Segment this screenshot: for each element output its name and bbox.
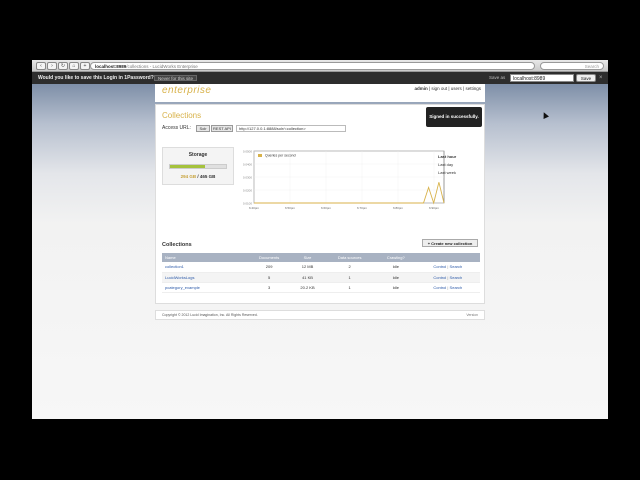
collections-heading: Collections bbox=[162, 242, 192, 248]
onepassword-bar: Would you like to save this Login in 1Pa… bbox=[32, 72, 608, 84]
share-icon[interactable]: + bbox=[80, 62, 90, 70]
page-content: enterprise admin | sign out | users | se… bbox=[32, 84, 608, 419]
browser-window: ‹ › ↻ ⌂ + localhost:8989/collections - L… bbox=[32, 60, 608, 419]
create-collection-button[interactable]: + Create new collection bbox=[422, 239, 478, 247]
user-links: admin | sign out | users | settings bbox=[414, 86, 481, 91]
row-actions: Control | Search bbox=[415, 272, 480, 283]
access-url-label: Access URL: bbox=[162, 125, 191, 131]
onepassword-question: Would you like to save this Login in 1Pa… bbox=[38, 75, 154, 81]
save-as-label: Save as bbox=[489, 75, 506, 80]
x-tick-label: 6:70pm bbox=[357, 206, 368, 210]
crawling-cell: Idle bbox=[375, 272, 416, 283]
crawling-cell: Idle bbox=[375, 282, 416, 293]
x-tick-label: 6:60pm bbox=[321, 206, 332, 210]
access-url-field[interactable]: http://127.0.0.1:8888/solr/<collection> bbox=[236, 125, 346, 132]
collection-name-link[interactable]: pcategory_example bbox=[162, 282, 247, 293]
header-links[interactable]: | sign out | users | settings bbox=[428, 86, 481, 91]
version-text: Version bbox=[466, 313, 478, 317]
never-for-site-button[interactable]: Never for this site bbox=[154, 75, 198, 81]
y-tick-label: 0.0100 bbox=[243, 202, 253, 206]
signed-in-toast: Signed in successfully. bbox=[426, 107, 482, 127]
table-row: pcategory_example 3 20.2 KB 1 Idle Control | … bbox=[162, 282, 480, 293]
data-sources-cell: 2 bbox=[323, 262, 376, 273]
url-bar[interactable]: localhost:8989/collections - LucidWorks … bbox=[90, 62, 535, 70]
row-actions: Control | Search bbox=[415, 282, 480, 293]
control-link[interactable]: Control bbox=[433, 264, 446, 269]
column-header: Name bbox=[162, 253, 247, 262]
storage-used: 294 GB bbox=[180, 174, 197, 179]
search-link[interactable]: Search bbox=[450, 264, 463, 269]
documents-cell: 209 bbox=[246, 262, 292, 273]
table-row: LucidWorksLogs 5 41 KB 1 Idle Control | Searc… bbox=[162, 272, 480, 283]
forward-icon[interactable]: › bbox=[47, 62, 57, 70]
close-icon[interactable]: × bbox=[599, 72, 603, 84]
data-sources-cell: 1 bbox=[323, 282, 376, 293]
rest-api-toggle[interactable]: REST API bbox=[211, 125, 233, 132]
url-host: localhost:8989 bbox=[95, 64, 127, 69]
y-tick-label: 0.0500 bbox=[243, 150, 253, 154]
page-footer: Copyright © 2012 Lucid Imagination, Inc.… bbox=[155, 310, 485, 320]
x-tick-label: 6:40pm bbox=[249, 206, 260, 210]
app-header: enterprise admin | sign out | users | se… bbox=[155, 84, 485, 102]
column-header: Data sources bbox=[323, 253, 376, 262]
legend-label: Queries per second bbox=[265, 154, 296, 158]
range-links: Last hour Last day Last week bbox=[438, 153, 456, 177]
mouse-cursor-icon bbox=[541, 111, 549, 119]
home-icon[interactable]: ⌂ bbox=[69, 62, 79, 70]
main-panel: Collections Access URL: Solr REST API ht… bbox=[155, 104, 485, 304]
size-cell: 12 MB bbox=[291, 262, 324, 273]
save-button[interactable]: Save bbox=[576, 74, 596, 82]
column-header: Crawling? bbox=[375, 253, 416, 262]
storage-bar-fill bbox=[170, 165, 206, 168]
storage-separator: / bbox=[197, 174, 199, 179]
legend-swatch bbox=[258, 154, 262, 157]
browser-search-input[interactable]: Search bbox=[540, 62, 604, 70]
reload-icon[interactable]: ↻ bbox=[58, 62, 68, 70]
y-tick-label: 0.0300 bbox=[243, 176, 253, 180]
user-name[interactable]: admin bbox=[414, 86, 427, 91]
storage-total: 465 GB bbox=[199, 174, 216, 179]
copyright-text: Copyright © 2012 Lucid Imagination, Inc.… bbox=[162, 313, 258, 317]
control-link[interactable]: Control bbox=[433, 285, 446, 290]
documents-cell: 5 bbox=[246, 272, 292, 283]
range-last-day[interactable]: Last day bbox=[438, 161, 456, 169]
page-title: Collections bbox=[162, 111, 202, 120]
table-header: Name Documents Size Data sources Crawling? bbox=[162, 253, 480, 262]
search-link[interactable]: Search bbox=[450, 275, 463, 280]
table-row: collection1 209 12 MB 2 Idle Control | Search bbox=[162, 262, 480, 273]
column-header: Size bbox=[291, 253, 324, 262]
crawling-cell: Idle bbox=[375, 262, 416, 273]
url-path: /collections - LucidWorks Enterprise bbox=[126, 64, 198, 69]
collection-name-link[interactable]: collection1 bbox=[162, 262, 247, 273]
size-cell: 41 KB bbox=[291, 272, 324, 283]
y-tick-label: 0.0400 bbox=[243, 163, 253, 167]
solr-toggle[interactable]: Solr bbox=[196, 125, 210, 132]
y-tick-label: 0.0200 bbox=[243, 189, 253, 193]
storage-bar bbox=[169, 164, 227, 169]
x-tick-label: 6:90pm bbox=[429, 206, 440, 210]
documents-cell: 3 bbox=[246, 282, 292, 293]
storage-values: 294 GB / 465 GB bbox=[163, 174, 233, 179]
collection-name-link[interactable]: LucidWorksLogs bbox=[162, 272, 247, 283]
search-link[interactable]: Search bbox=[450, 285, 463, 290]
table-body: collection1 209 12 MB 2 Idle Control | Search… bbox=[162, 262, 480, 293]
storage-label: Storage bbox=[188, 152, 208, 158]
x-tick-label: 6:80pm bbox=[393, 206, 404, 210]
collections-table: Name Documents Size Data sources Crawling? c… bbox=[162, 253, 480, 293]
back-icon[interactable]: ‹ bbox=[36, 62, 46, 70]
column-header: Documents bbox=[246, 253, 292, 262]
column-header bbox=[415, 253, 480, 262]
control-link[interactable]: Control bbox=[433, 275, 446, 280]
browser-toolbar: ‹ › ↻ ⌂ + localhost:8989/collections - L… bbox=[32, 60, 608, 72]
enterprise-logo[interactable]: enterprise bbox=[162, 85, 211, 96]
row-actions: Control | Search bbox=[415, 262, 480, 273]
save-as-input[interactable]: localhost:8989 bbox=[510, 74, 574, 82]
storage-panel: Storage 294 GB / 465 GB bbox=[162, 147, 234, 185]
range-last-week[interactable]: Last week bbox=[438, 169, 456, 177]
range-last-hour[interactable]: Last hour bbox=[438, 153, 456, 161]
data-sources-cell: 1 bbox=[323, 272, 376, 283]
x-tick-label: 6:50pm bbox=[285, 206, 296, 210]
size-cell: 20.2 KB bbox=[291, 282, 324, 293]
